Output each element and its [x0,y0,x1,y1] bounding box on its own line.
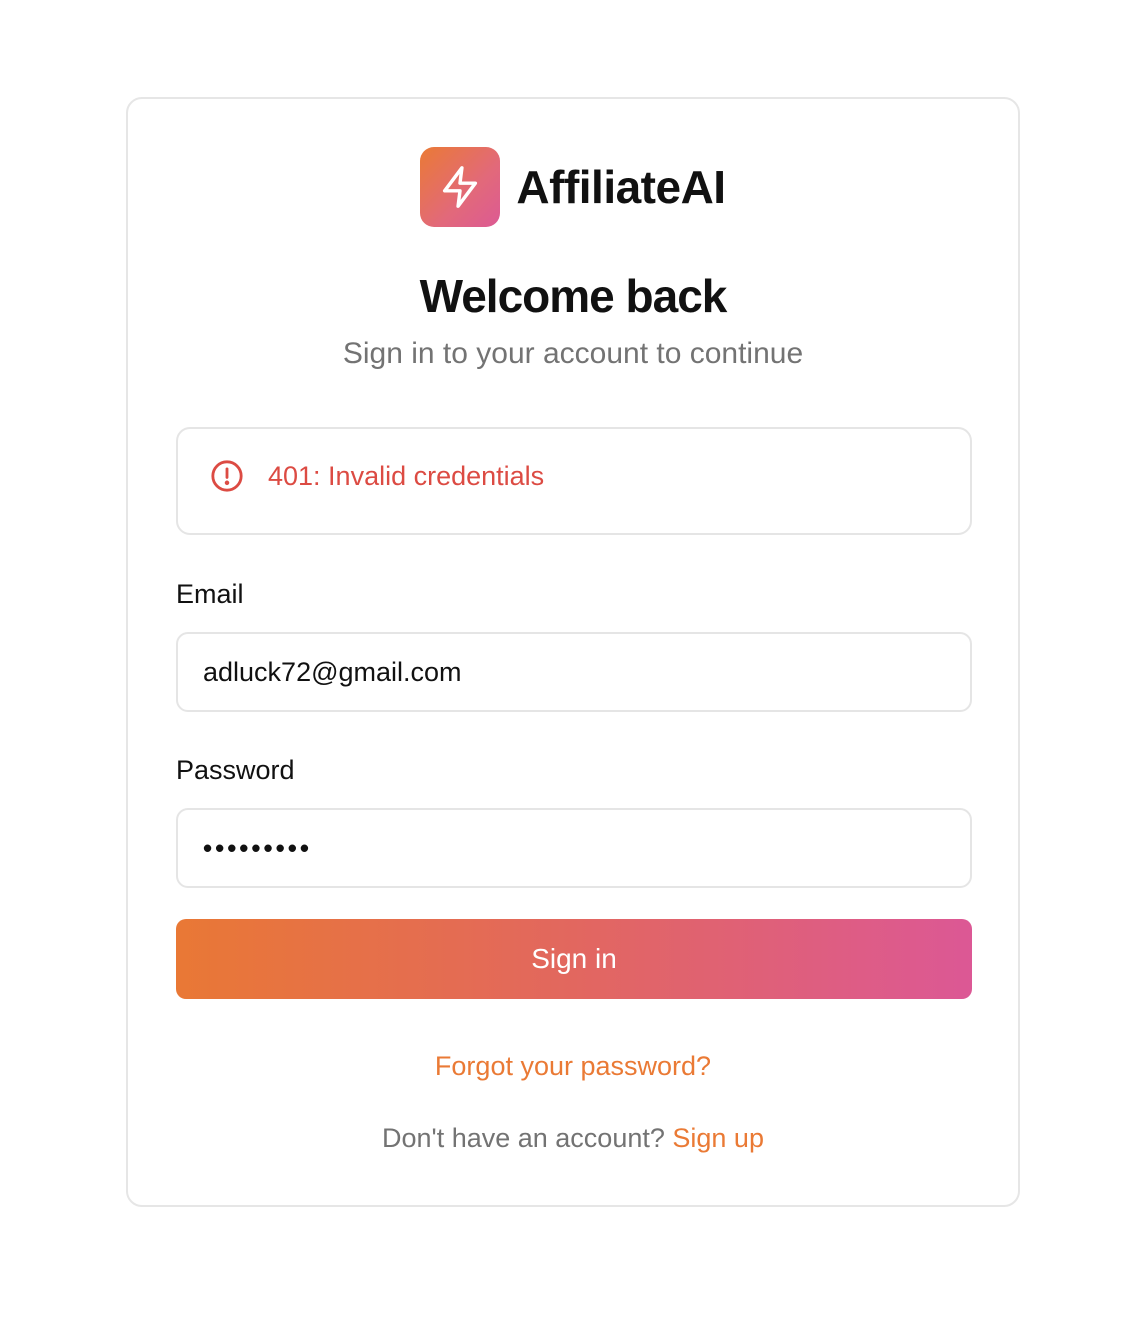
sign-up-link[interactable]: Sign up [672,1123,764,1153]
no-account-text: Don't have an account? [382,1123,665,1153]
signup-prompt: Don't have an account? Sign up [128,1123,1018,1154]
password-field[interactable]: ••••••••• [176,808,972,888]
page-title: Welcome back [419,270,728,322]
email-field[interactable]: adluck72@gmail.com [176,632,972,712]
forgot-password-link[interactable]: Forgot your password? [128,1051,1018,1082]
error-message: 401: Invalid credentials [268,460,545,491]
error-alert: 401: Invalid credentials [176,427,972,535]
password-label: Password [176,755,295,785]
lightning-bolt-icon [443,166,478,208]
brand-logo [420,147,501,227]
sign-in-button[interactable]: Sign in [176,919,972,999]
email-label: Email [176,579,244,609]
brand-header: AffiliateAI [128,147,1018,227]
page-subtitle: Sign in to your account to continue [342,337,804,370]
alert-circle-icon [211,460,243,492]
brand-name: AffiliateAI [516,161,726,213]
login-card: AffiliateAI Welcome back Sign in to your… [126,97,1020,1207]
